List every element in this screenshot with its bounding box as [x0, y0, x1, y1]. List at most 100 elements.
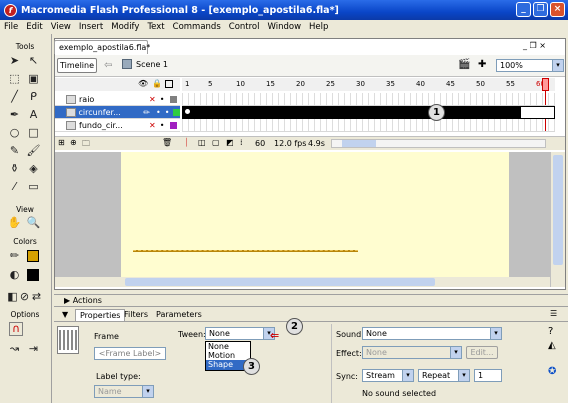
zoom-tool-icon[interactable]: 🔍: [27, 216, 41, 229]
delete-layer-icon[interactable]: 🗑: [162, 138, 172, 147]
zoom-dropdown[interactable]: 100% ▾: [496, 59, 564, 72]
selection-tool-icon[interactable]: ➤: [8, 54, 21, 67]
paint-bucket-tool-icon[interactable]: ◈: [27, 162, 40, 175]
playhead[interactable]: [542, 78, 549, 91]
stage-hscroll-thumb[interactable]: [125, 278, 435, 286]
hide-x-icon[interactable]: ✕: [149, 121, 156, 130]
timeline-button[interactable]: Timeline: [57, 58, 97, 73]
repeat-dropdown[interactable]: Repeat ▾: [418, 369, 470, 382]
pencil-tool-icon[interactable]: ✎: [8, 144, 21, 157]
eye-icon[interactable]: 👁: [138, 79, 148, 88]
accessibility-icon[interactable]: ✪: [548, 366, 556, 377]
subselection-tool-icon[interactable]: ↖: [27, 54, 40, 67]
stage-hscrollbar[interactable]: [55, 277, 550, 287]
menu-help[interactable]: Help: [305, 22, 332, 32]
help-icon[interactable]: ?: [548, 326, 553, 337]
center-frame-icon[interactable]: ⏐: [184, 138, 189, 148]
lock-dot-icon[interactable]: •: [160, 95, 165, 104]
back-arrow-icon[interactable]: ⇦: [104, 60, 112, 71]
hand-tool-icon[interactable]: ✋: [8, 216, 22, 229]
lasso-tool-icon[interactable]: ᑭ: [27, 90, 40, 103]
straighten-icon[interactable]: ⇥: [27, 342, 40, 355]
tab-filters[interactable]: Filters: [124, 310, 148, 319]
oval-tool-icon[interactable]: ○: [8, 126, 21, 139]
swap-colors-icon[interactable]: ⇄: [30, 290, 43, 303]
lock-icon[interactable]: 🔒: [152, 79, 162, 88]
outline-color-swatch[interactable]: [170, 121, 178, 129]
outline-color-swatch[interactable]: [173, 108, 180, 116]
timeline-scroll-thumb[interactable]: [342, 140, 376, 147]
text-tool-icon[interactable]: A: [27, 108, 40, 121]
keyframe-start[interactable]: [185, 109, 190, 114]
onion-skin-icon[interactable]: ◫: [198, 138, 206, 147]
fill-color-icon[interactable]: ◐: [8, 268, 21, 281]
menu-file[interactable]: File: [0, 22, 22, 32]
tween-option-motion[interactable]: Motion: [206, 351, 250, 360]
edit-multiple-frames-icon[interactable]: ◩: [226, 138, 234, 147]
visible-dot-icon[interactable]: •: [156, 108, 161, 117]
stroke-color-icon[interactable]: ✏: [8, 249, 21, 262]
add-guide-layer-icon[interactable]: ⊕: [70, 138, 77, 147]
hide-x-icon[interactable]: ✕: [149, 95, 156, 104]
smooth-icon[interactable]: ↝: [8, 342, 21, 355]
timeline-hscrollbar[interactable]: [331, 139, 546, 148]
stage-vscrollbar[interactable]: [550, 152, 565, 287]
layer-fundo-circulo[interactable]: fundo_cir... ✕ •: [55, 119, 180, 132]
menu-modify[interactable]: Modify: [107, 22, 143, 32]
menu-view[interactable]: View: [47, 22, 75, 32]
frame-ruler[interactable]: 1 5 10 15 20 25 30 35 40 45 50 55 60: [182, 78, 555, 91]
lock-dot-icon[interactable]: •: [160, 121, 165, 130]
tab-properties[interactable]: Properties: [75, 309, 126, 322]
modify-onion-markers-icon[interactable]: ⁞: [240, 138, 243, 147]
panel-menu-icon[interactable]: ☰: [550, 309, 557, 318]
close-button[interactable]: ×: [550, 2, 565, 17]
free-transform-tool-icon[interactable]: ⬚: [8, 72, 21, 85]
collapse-panel-icon[interactable]: ◭: [548, 340, 556, 351]
brush-tool-icon[interactable]: 🖌: [27, 144, 41, 157]
sound-dropdown[interactable]: None ▾: [362, 327, 502, 340]
menu-window[interactable]: Window: [264, 22, 306, 32]
eyedropper-tool-icon[interactable]: ⁄: [8, 180, 21, 193]
stage-vscroll-thumb[interactable]: [553, 155, 563, 265]
frames-fundo[interactable]: [182, 119, 555, 132]
stage[interactable]: [121, 152, 509, 277]
minimize-button[interactable]: _: [516, 2, 531, 17]
collapse-arrow-icon[interactable]: ▼: [62, 310, 68, 319]
tween-dropdown[interactable]: None ▾: [205, 327, 275, 340]
tab-parameters[interactable]: Parameters: [156, 310, 202, 319]
fill-transform-tool-icon[interactable]: ▣: [27, 72, 40, 85]
menu-control[interactable]: Control: [225, 22, 264, 32]
layer-raio[interactable]: raio ✕ •: [55, 93, 180, 106]
pen-tool-icon[interactable]: ✒: [8, 108, 21, 121]
repeat-count-input[interactable]: 1: [474, 369, 502, 382]
rectangle-tool-icon[interactable]: □: [27, 126, 40, 139]
frames-circunferencia-selected[interactable]: [182, 106, 520, 119]
outline-icon[interactable]: [165, 80, 173, 88]
onion-outline-icon[interactable]: ▢: [212, 138, 220, 147]
edit-symbols-icon[interactable]: ✚: [478, 59, 486, 70]
line-tool-icon[interactable]: ╱: [8, 90, 21, 103]
menu-edit[interactable]: Edit: [22, 22, 46, 32]
sync-dropdown[interactable]: Stream ▾: [362, 369, 414, 382]
eraser-tool-icon[interactable]: ▭: [27, 180, 40, 193]
frame-label-input[interactable]: <Frame Label>: [94, 347, 166, 360]
fill-color-swatch[interactable]: [27, 269, 39, 281]
menu-insert[interactable]: Insert: [75, 22, 107, 32]
lock-dot-icon[interactable]: •: [165, 108, 170, 117]
stroke-color-swatch[interactable]: [27, 250, 39, 262]
frames-circunferencia-end[interactable]: [520, 106, 555, 119]
document-window-controls[interactable]: _ ❐ ×: [523, 41, 546, 50]
ink-bottle-tool-icon[interactable]: ⚱: [8, 162, 21, 175]
insert-layer-icon[interactable]: ⊞: [58, 138, 65, 147]
document-tab[interactable]: exemplo_apostila6.fla*: [54, 40, 150, 54]
menu-commands[interactable]: Commands: [169, 22, 225, 32]
menu-text[interactable]: Text: [143, 22, 168, 32]
maximize-button[interactable]: ❐: [533, 2, 548, 17]
layer-circunferencia[interactable]: circunfer... ✏ • •: [55, 106, 180, 119]
outline-color-swatch[interactable]: [170, 95, 178, 103]
radius-line-shape[interactable]: [133, 250, 358, 252]
tween-option-none[interactable]: None: [206, 342, 250, 351]
snap-magnet-icon[interactable]: ∩: [9, 322, 23, 336]
actions-panel-bar[interactable]: ▶ Actions: [54, 294, 568, 307]
frames-raio[interactable]: [182, 93, 555, 106]
